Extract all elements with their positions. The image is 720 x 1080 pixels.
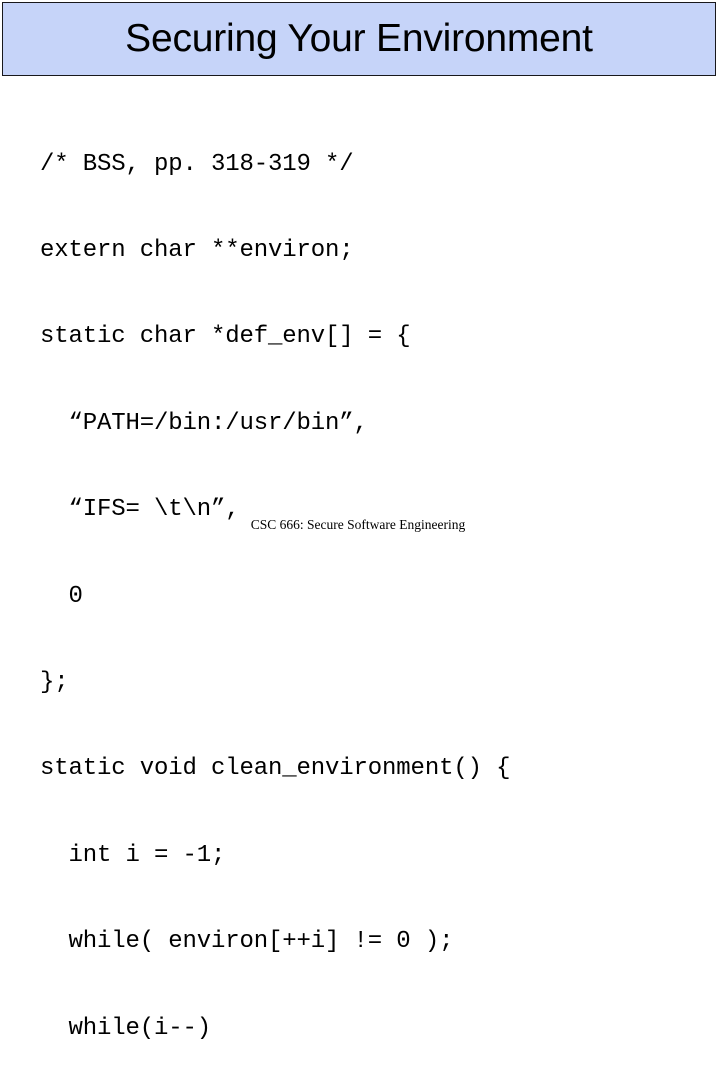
code-line: static char *def_env[] = { xyxy=(40,323,411,351)
page-title: Securing Your Environment xyxy=(125,16,593,60)
code-line: “PATH=/bin:/usr/bin”, xyxy=(40,409,368,437)
code-line: 0 xyxy=(40,582,83,610)
code-line: extern char **environ; xyxy=(40,236,354,264)
code-listing: /* BSS, pp. 318-319 */ extern char **env… xyxy=(40,93,700,1080)
slide-title-bar: Securing Your Environment xyxy=(2,2,716,76)
code-line: /* BSS, pp. 318-319 */ xyxy=(40,150,354,178)
code-line: while( environ[++i] != 0 ); xyxy=(40,928,454,956)
code-line: static void clean_environment() { xyxy=(40,755,511,783)
slide-canvas: Securing Your Environment /* BSS, pp. 31… xyxy=(0,0,720,1042)
code-line: }; xyxy=(40,668,69,696)
slide-footer: CSC 666: Secure Software Engineering xyxy=(250,517,466,532)
code-line: while(i--) xyxy=(40,1014,212,1042)
code-line: int i = -1; xyxy=(40,841,226,869)
